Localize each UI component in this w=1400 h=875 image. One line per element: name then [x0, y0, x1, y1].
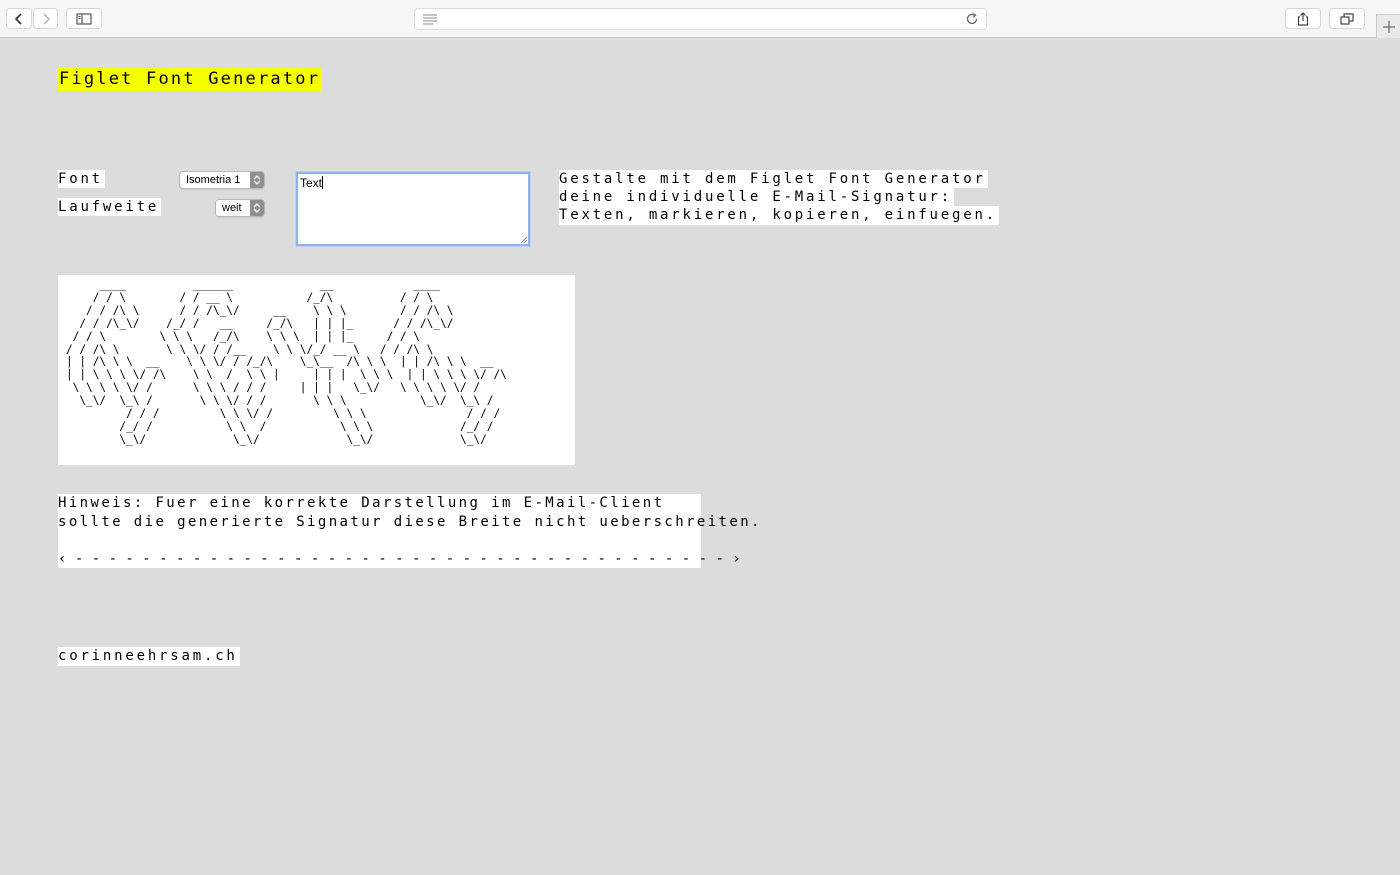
text-input-value: Text [300, 176, 323, 190]
hint-line-2: sollte die generierte Signatur diese Bre… [58, 513, 762, 530]
back-button[interactable] [6, 8, 32, 29]
reload-icon[interactable] [965, 12, 979, 26]
address-bar[interactable] [414, 8, 987, 30]
sidebar-icon [76, 12, 92, 25]
text-input[interactable]: Text [296, 172, 530, 246]
font-select-value: Isometria 1 [186, 174, 241, 186]
tabs-icon [1340, 12, 1354, 25]
text-caret [322, 176, 324, 189]
page-title: Figlet Font Generator [58, 68, 323, 91]
new-tab-button[interactable] [1376, 14, 1400, 38]
sidebar-button[interactable] [66, 8, 102, 29]
description-line-2: deine individuelle E-Mail-Signatur: [559, 188, 955, 206]
chevron-updown-icon [250, 172, 264, 188]
hint-line-1: Hinweis: Fuer eine korrekte Darstellung … [58, 495, 665, 511]
font-select[interactable]: Isometria 1 [179, 171, 265, 189]
hint-box: Hinweis: Fuer eine korrekte Darstellung … [58, 494, 759, 568]
description-line-1: Gestalte mit dem Figlet Font Generator [559, 170, 988, 188]
chevron-updown-icon [250, 200, 264, 216]
spacing-select[interactable]: weit [215, 199, 265, 217]
ascii-output[interactable]: ____ ______ __ ____ / / \ / / __ \ /_/\ … [58, 275, 575, 465]
new-tab-icon [1383, 21, 1395, 33]
spacing-select-value: weit [222, 202, 242, 214]
reader-icon[interactable] [423, 14, 437, 25]
description-line-3: Texten, markieren, kopieren, einfuegen. [559, 206, 999, 225]
width-ruler: ‹ - - - - - - - - - - - - - - - - - - - … [58, 550, 741, 567]
share-icon [1297, 11, 1309, 26]
footer-link[interactable]: corinneehrsam.ch [58, 647, 240, 666]
forward-button[interactable] [33, 8, 58, 29]
resize-grip-icon[interactable] [520, 236, 527, 243]
tabs-button[interactable] [1329, 8, 1365, 29]
share-button[interactable] [1285, 8, 1321, 29]
back-icon [14, 12, 22, 25]
font-label: Font [58, 170, 105, 188]
spacing-label: Laufweite [58, 198, 162, 216]
browser-toolbar [0, 0, 1400, 38]
forward-icon [42, 12, 50, 25]
